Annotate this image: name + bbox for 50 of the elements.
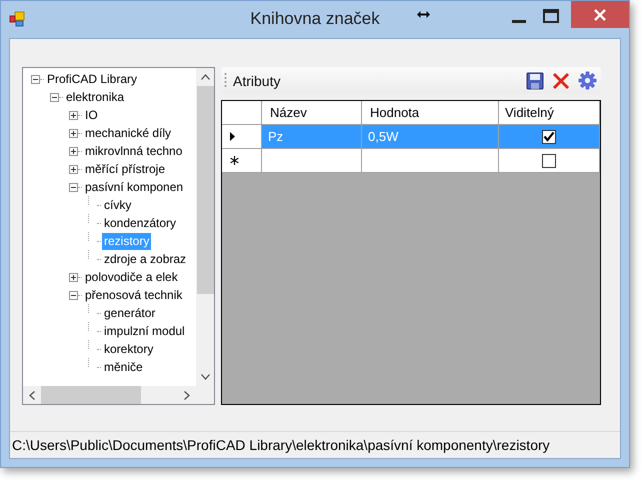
settings-icon[interactable] bbox=[578, 71, 597, 90]
tree-item[interactable]: přenosová technik bbox=[83, 286, 184, 304]
maximize-icon bbox=[543, 9, 559, 23]
collapse-icon[interactable] bbox=[69, 182, 78, 192]
tree-item[interactable]: mikrovlnná techno bbox=[83, 142, 184, 160]
close-button[interactable] bbox=[571, 1, 629, 28]
tree-item[interactable]: impulzní modul bbox=[102, 322, 187, 340]
checkbox[interactable] bbox=[542, 130, 556, 144]
app-icon bbox=[9, 11, 25, 27]
table-cell[interactable] bbox=[262, 149, 362, 173]
expand-icon[interactable] bbox=[69, 110, 78, 120]
collapse-icon[interactable] bbox=[31, 74, 40, 84]
expand-icon[interactable] bbox=[69, 164, 78, 174]
tree-item[interactable]: mechanické díly bbox=[83, 124, 174, 142]
tree-item[interactable]: polovodiče a elek bbox=[83, 268, 180, 286]
toolbar-title: Atributy bbox=[233, 72, 280, 88]
tree-item[interactable]: elektronika bbox=[64, 88, 126, 106]
row-header[interactable] bbox=[222, 149, 262, 173]
tree-item[interactable]: měniče bbox=[102, 358, 145, 376]
collapse-icon[interactable] bbox=[69, 290, 78, 300]
tree-item[interactable]: cívky bbox=[102, 196, 134, 214]
tree-item[interactable]: kondenzátory bbox=[102, 214, 178, 232]
scroll-down-icon[interactable] bbox=[200, 374, 210, 380]
tree-item[interactable]: generátor bbox=[102, 304, 158, 322]
expand-icon[interactable] bbox=[69, 146, 78, 156]
scroll-left-icon[interactable] bbox=[29, 390, 35, 400]
tree-item[interactable]: ProfiCAD Library bbox=[45, 70, 140, 88]
tree-item[interactable]: pasívní komponen bbox=[83, 178, 186, 196]
maximize-button[interactable] bbox=[541, 7, 561, 25]
minimize-icon bbox=[512, 20, 526, 22]
tree-item[interactable]: zdroje a zobraz bbox=[102, 250, 188, 268]
status-path: C:\Users\Public\Documents\ProfiCAD Library\elektronika\pasívní komponenty\rezistory bbox=[12, 437, 550, 453]
resize-arrow-icon bbox=[417, 11, 430, 18]
checkbox[interactable] bbox=[542, 154, 556, 168]
close-icon bbox=[594, 8, 606, 20]
scroll-up-icon[interactable] bbox=[200, 74, 210, 80]
expand-icon[interactable] bbox=[69, 272, 78, 282]
row-header[interactable] bbox=[222, 125, 262, 149]
scroll-right-icon[interactable] bbox=[184, 390, 190, 400]
asterisk-icon bbox=[230, 156, 239, 165]
tree-item[interactable]: IO bbox=[83, 106, 100, 124]
table-cell[interactable] bbox=[362, 149, 499, 173]
delete-icon[interactable] bbox=[552, 72, 570, 90]
collapse-icon[interactable] bbox=[50, 92, 59, 102]
expand-icon[interactable] bbox=[69, 128, 78, 138]
current-row-icon bbox=[230, 132, 235, 141]
window-title: Knihovna značek bbox=[249, 9, 381, 29]
tree-item[interactable]: měřící přístroje bbox=[83, 160, 168, 178]
save-icon[interactable] bbox=[526, 72, 544, 90]
tree-item[interactable]: korektory bbox=[102, 340, 156, 358]
